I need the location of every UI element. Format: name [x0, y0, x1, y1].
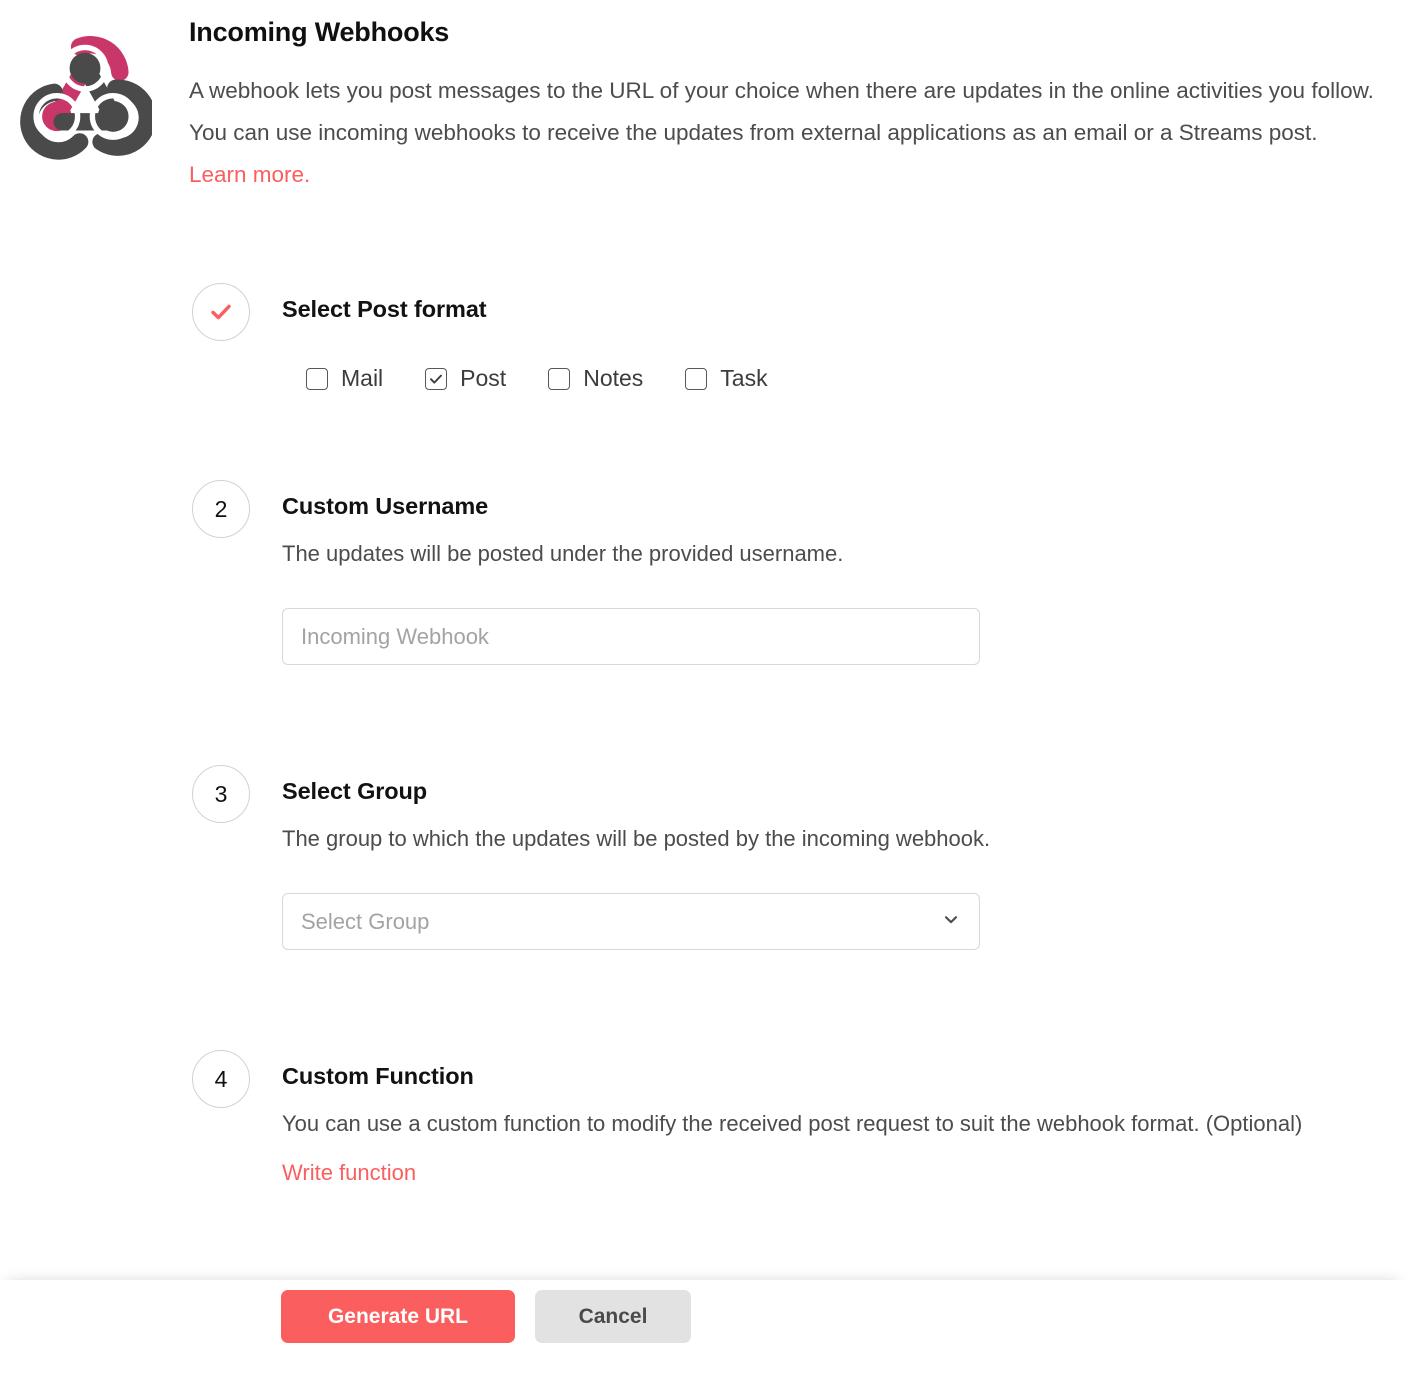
checkbox-label-post: Post	[460, 365, 507, 392]
step-badge-2: 2	[192, 480, 250, 539]
step-title: Select Group	[282, 778, 428, 805]
step-custom-function: 4 Custom Function You can use a custom f…	[189, 1050, 1379, 1190]
step-title: Custom Function	[282, 1063, 474, 1090]
custom-username-field[interactable]	[282, 608, 980, 666]
webhook-logo-icon	[18, 28, 157, 162]
checkbox-item-notes[interactable]: Notes	[548, 367, 643, 390]
page-title: Incoming Webhooks	[189, 17, 450, 47]
step-badge-3: 3	[192, 765, 250, 824]
write-function-link[interactable]: Write function	[282, 1156, 416, 1190]
checkbox-label-mail: Mail	[341, 365, 384, 392]
generate-url-button[interactable]: Generate URL	[281, 1290, 515, 1343]
checkbox-box-post[interactable]	[425, 367, 448, 390]
learn-more-link[interactable]: Learn more.	[189, 162, 310, 187]
step-description: The group to which the updates will be p…	[282, 826, 991, 852]
checkbox-label-task: Task	[720, 365, 768, 392]
select-group-value: Select Group	[301, 908, 430, 934]
page-description-text: A webhook lets you post messages to the …	[189, 78, 1374, 146]
footer-button-row: Generate URL Cancel	[281, 1290, 691, 1343]
step-description: The updates will be posted under the pro…	[282, 541, 844, 567]
checkbox-item-mail[interactable]: Mail	[306, 367, 383, 390]
checkmark-icon	[430, 374, 443, 384]
header-block: Incoming Webhooks A webhook lets you pos…	[189, 16, 1379, 196]
step-description: You can use a custom function to modify …	[282, 1111, 1303, 1137]
post-format-options: Mail Post Notes Task	[282, 367, 1379, 390]
step-custom-username: 2 Custom Username The updates will be po…	[189, 480, 1379, 666]
footer-bar: Generate URL Cancel	[0, 1280, 1406, 1392]
step-badge-4: 4	[192, 1050, 250, 1109]
checkbox-box-notes[interactable]	[548, 367, 571, 390]
step-select-group: 3 Select Group The group to which the up…	[189, 765, 1379, 951]
select-group-dropdown[interactable]: Select Group	[282, 893, 980, 951]
checkbox-box-task[interactable]	[685, 367, 708, 390]
cancel-button[interactable]: Cancel	[535, 1290, 691, 1343]
checkbox-item-task[interactable]: Task	[685, 365, 768, 392]
checkbox-label-notes: Notes	[583, 365, 644, 392]
steps-container: Select Post format Mail Post Notes Task …	[189, 283, 1379, 1190]
custom-username-input[interactable]	[301, 609, 961, 665]
step-select-post-format: Select Post format Mail Post Notes Task	[189, 283, 1379, 390]
incoming-webhooks-page: Incoming Webhooks A webhook lets you pos…	[0, 0, 1406, 1392]
check-icon	[211, 304, 231, 320]
checkbox-box-mail[interactable]	[306, 367, 328, 390]
checkbox-item-post[interactable]: Post	[425, 367, 506, 390]
step-title: Custom Username	[282, 493, 489, 520]
step-title: Select Post format	[282, 296, 487, 322]
chevron-down-icon[interactable]	[942, 910, 960, 933]
step-badge-complete	[192, 283, 250, 341]
page-description: A webhook lets you post messages to the …	[189, 70, 1379, 196]
